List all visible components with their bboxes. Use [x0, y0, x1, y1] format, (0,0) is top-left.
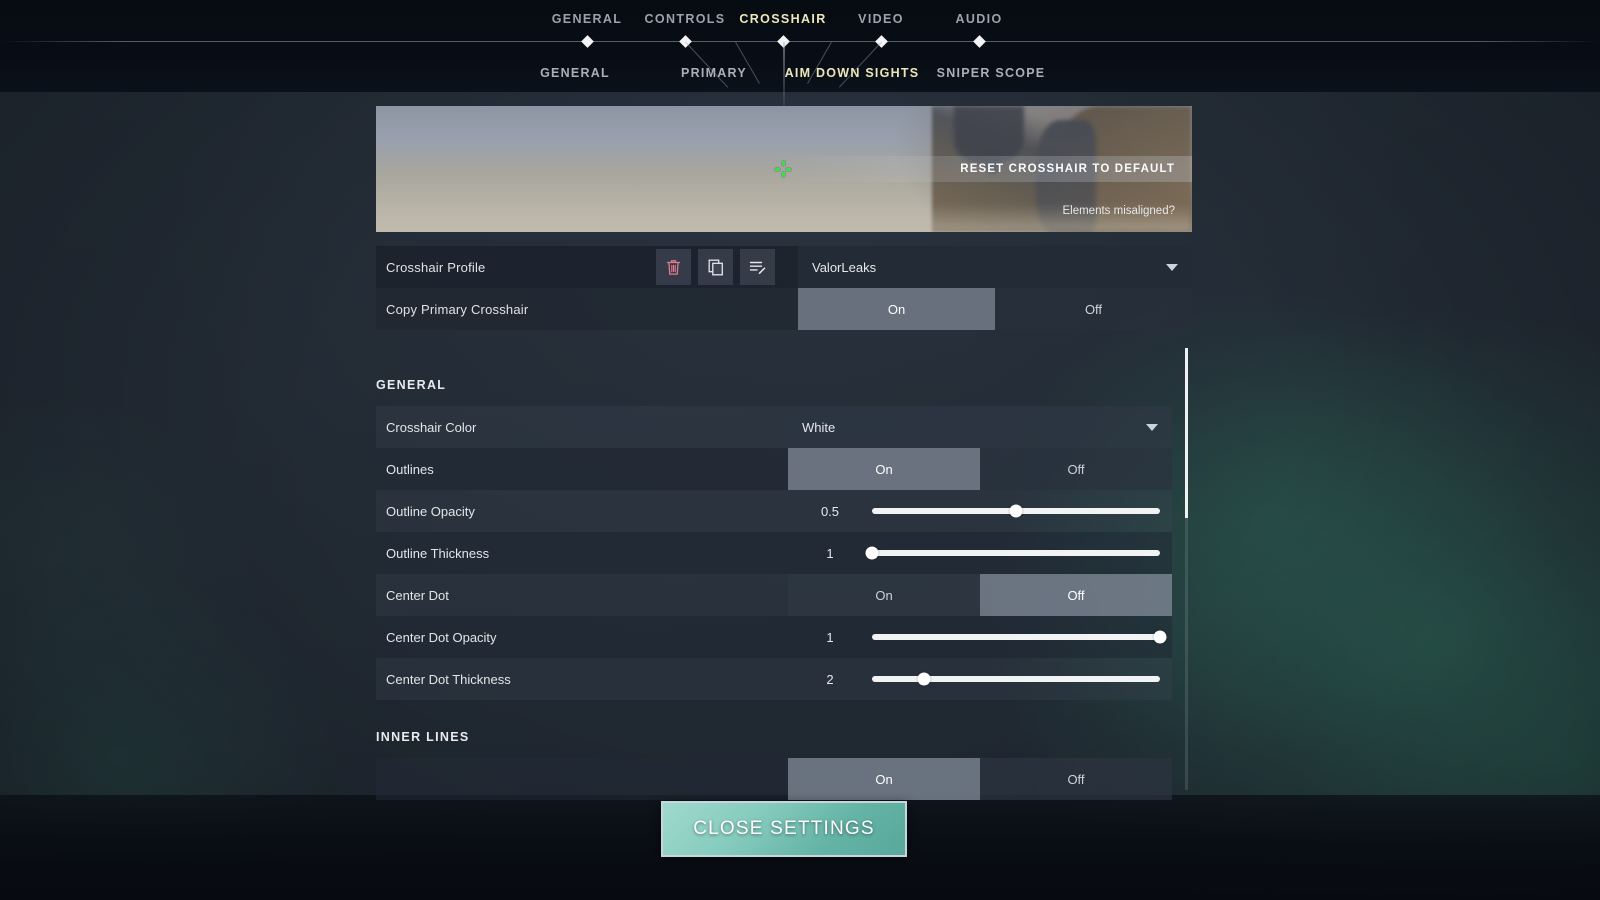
setting-row-inner-lines-partial: On Off [376, 758, 1172, 800]
chevron-down-icon [1146, 423, 1158, 431]
outline-thickness-slider-thumb[interactable] [865, 546, 879, 560]
center-dot-thickness-slider-thumb[interactable] [917, 672, 931, 686]
center-dot-thickness-slider-row: 2 [788, 658, 1172, 700]
outline-thickness-value: 1 [826, 545, 834, 561]
settings-content: RESET CROSSHAIR TO DEFAULT Elements misa… [376, 106, 1192, 817]
crosshair-color-select[interactable]: White [788, 406, 1172, 448]
center-dot-opacity-slider-thumb[interactable] [1153, 630, 1167, 644]
inner-lines-toggle: On Off [788, 758, 1172, 800]
copy-primary-off-option[interactable]: Off [995, 288, 1192, 330]
inner-lines-on-option[interactable]: On [788, 758, 980, 800]
settings-scroll-area[interactable]: GENERAL Crosshair Color White Outlines O… [376, 370, 1192, 817]
setting-label-center-dot-thickness: Center Dot Thickness [386, 671, 511, 687]
outlines-on-option[interactable]: On [788, 448, 980, 490]
copy-primary-on-option[interactable]: On [798, 288, 995, 330]
outline-opacity-slider-thumb[interactable] [1009, 504, 1023, 518]
setting-label-center-dot: Center Dot [386, 587, 449, 603]
crosshair-profile-block: Crosshair Profile ValorLeaks Copy Primar… [376, 246, 1192, 330]
setting-label-outlines: Outlines [386, 461, 434, 477]
crosshair-profile-value: ValorLeaks [812, 259, 877, 275]
settings-scrollbar-thumb[interactable] [1185, 348, 1188, 518]
nav-tab-general[interactable]: GENERAL [552, 12, 623, 26]
copy-primary-crosshair-label: Copy Primary Crosshair [386, 301, 529, 317]
copy-icon [708, 259, 723, 275]
outlines-toggle: On Off [788, 448, 1172, 490]
outline-thickness-slider[interactable] [865, 546, 1160, 560]
subtab-aim-down-sights[interactable]: AIM DOWN SIGHTS [785, 66, 920, 80]
setting-row-center-dot-thickness: Center Dot Thickness 2 [376, 658, 1172, 700]
subtab-primary[interactable]: PRIMARY [681, 66, 747, 80]
copy-primary-crosshair-row: Copy Primary Crosshair On Off [376, 288, 1192, 330]
reset-crosshair-button[interactable]: RESET CROSSHAIR TO DEFAULT [772, 156, 1192, 182]
subtab-sniper-scope[interactable]: SNIPER SCOPE [937, 66, 1046, 80]
settings-scrollbar-track[interactable] [1185, 348, 1188, 790]
nav-tab-controls[interactable]: CONTROLS [645, 12, 726, 26]
section-title-general: GENERAL [376, 378, 447, 392]
center-dot-thickness-value: 2 [826, 671, 834, 687]
crosshair-preview: RESET CROSSHAIR TO DEFAULT Elements misa… [376, 106, 1192, 232]
reset-crosshair-label: RESET CROSSHAIR TO DEFAULT [960, 163, 1175, 175]
setting-label-outline-thickness: Outline Thickness [386, 545, 490, 561]
outline-thickness-slider-row: 1 [788, 532, 1172, 574]
setting-label-crosshair-color: Crosshair Color [386, 419, 477, 435]
crosshair-profile-label: Crosshair Profile [386, 259, 486, 275]
setting-row-outlines: Outlines On Off [376, 448, 1172, 490]
outline-opacity-value: 0.5 [820, 503, 840, 519]
rename-profile-button[interactable] [740, 249, 775, 285]
setting-label-outline-opacity: Outline Opacity [386, 503, 475, 519]
crosshair-profile-row: Crosshair Profile ValorLeaks [376, 246, 1192, 288]
nav-divider-line [0, 41, 1600, 42]
trash-icon [666, 259, 681, 275]
center-dot-toggle: On Off [788, 574, 1172, 616]
outline-opacity-slider-row: 0.5 [788, 490, 1172, 532]
top-navigation: GENERAL CONTROLS CROSSHAIR VIDEO AUDIO G… [0, 0, 1600, 106]
elements-misaligned-link[interactable]: Elements misaligned? [1062, 205, 1175, 217]
close-settings-button[interactable]: CLOSE SETTINGS [661, 801, 907, 857]
copy-primary-crosshair-toggle: On Off [798, 288, 1192, 330]
center-dot-thickness-slider[interactable] [872, 672, 1160, 686]
rename-icon [749, 261, 766, 275]
chevron-down-icon [1166, 263, 1178, 271]
profile-icon-group [656, 249, 775, 285]
center-dot-off-option[interactable]: Off [980, 574, 1172, 616]
center-dot-opacity-value: 1 [826, 629, 834, 645]
setting-label-center-dot-opacity: Center Dot Opacity [386, 629, 497, 645]
close-settings-label: CLOSE SETTINGS [693, 818, 875, 839]
nav-tab-crosshair[interactable]: CROSSHAIR [739, 12, 826, 26]
nav-tab-video[interactable]: VIDEO [858, 12, 904, 26]
nav-tab-audio[interactable]: AUDIO [955, 12, 1002, 26]
primary-nav-row: GENERAL CONTROLS CROSSHAIR VIDEO AUDIO [0, 0, 1600, 41]
outline-opacity-slider[interactable] [872, 504, 1160, 518]
crosshair-color-value: White [802, 419, 836, 435]
subtab-general[interactable]: GENERAL [540, 66, 610, 80]
setting-row-center-dot-opacity: Center Dot Opacity 1 [376, 616, 1172, 658]
crosshair-profile-select[interactable]: ValorLeaks [798, 246, 1192, 288]
delete-profile-button[interactable] [656, 249, 691, 285]
setting-row-outline-opacity: Outline Opacity 0.5 [376, 490, 1172, 532]
center-dot-opacity-slider-row: 1 [788, 616, 1172, 658]
outlines-off-option[interactable]: Off [980, 448, 1172, 490]
duplicate-profile-button[interactable] [698, 249, 733, 285]
center-dot-opacity-slider[interactable] [872, 630, 1167, 644]
setting-row-center-dot: Center Dot On Off [376, 574, 1172, 616]
setting-row-outline-thickness: Outline Thickness 1 [376, 532, 1172, 574]
setting-row-crosshair-color: Crosshair Color White [376, 406, 1172, 448]
secondary-nav-row: GENERAL PRIMARY AIM DOWN SIGHTS SNIPER S… [0, 52, 1600, 92]
center-dot-on-option[interactable]: On [788, 574, 980, 616]
section-title-inner-lines: INNER LINES [376, 730, 470, 744]
inner-lines-off-option[interactable]: Off [980, 758, 1172, 800]
